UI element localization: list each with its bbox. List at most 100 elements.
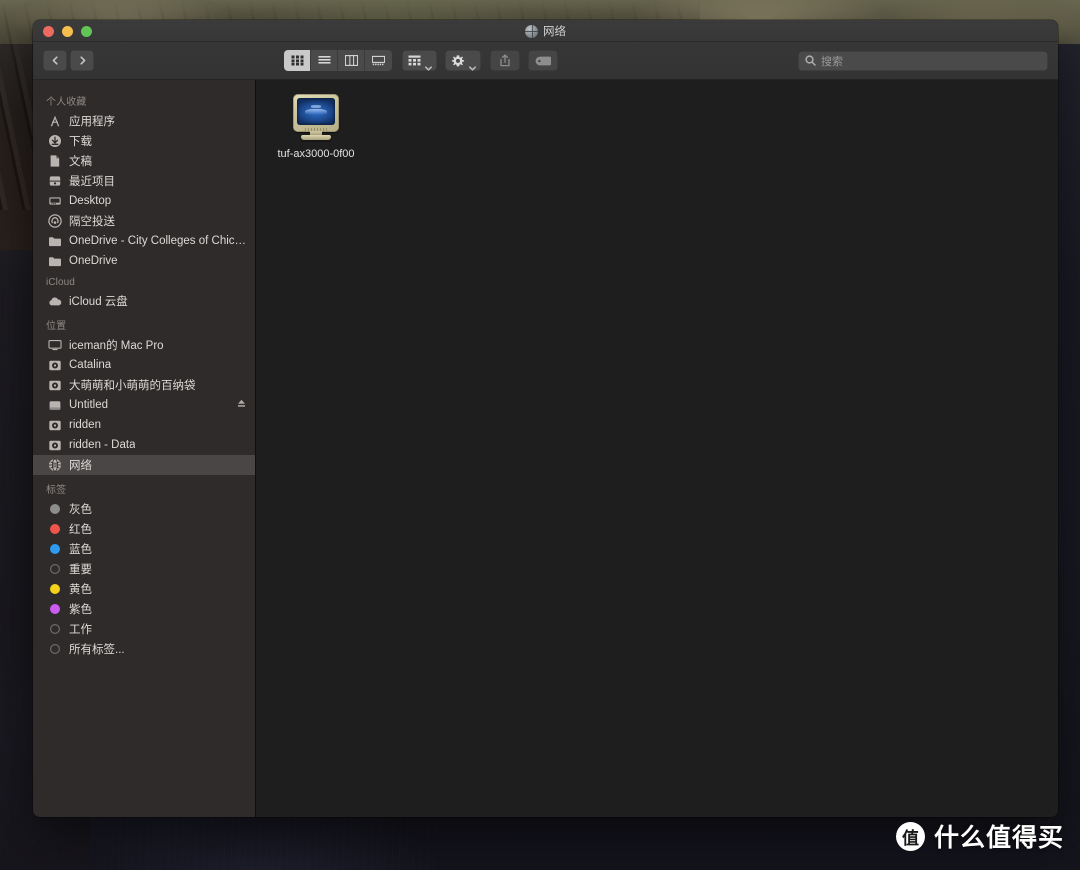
grid-icon [408,55,421,66]
sidebar-item-mac-pro[interactable]: iceman的 Mac Pro [33,335,255,355]
view-mode-segmented-control [284,50,392,71]
sidebar-item-untitled[interactable]: Untitled [33,395,255,415]
sidebar-item-label: Untitled [69,399,108,411]
desktop-wallpaper: 网络 搜索 个人收藏 应用程序 下载 文稿 最近项目 Desktop 隔空投送 … [0,0,1080,870]
airdrop-icon [47,214,62,229]
documents-icon [47,154,62,169]
search-icon [805,55,816,66]
group-by-button[interactable] [402,50,437,71]
tag-icon [535,56,551,65]
sidebar-item-ridden[interactable]: ridden [33,415,255,435]
window-title: 网络 [33,23,1058,39]
harddisk-icon [47,378,62,393]
harddisk-icon [47,358,62,373]
finder-window[interactable]: 网络 搜索 个人收藏 应用程序 下载 文稿 最近项目 Desktop 隔空投送 … [33,20,1058,817]
sidebar-tag-gray[interactable]: 灰色 [33,499,255,519]
sidebar-item-desktop[interactable]: Desktop [33,191,255,211]
downloads-icon [47,134,62,149]
computer-icon [47,338,62,353]
sidebar-item-label: Catalina [69,359,112,371]
file-browser-content[interactable]: tuf-ax3000-0f00 [256,80,1058,817]
desktop-icon [47,194,62,209]
sidebar-tag-yellow[interactable]: 黄色 [33,579,255,599]
tag-dot-icon [47,522,62,537]
folder-icon [47,254,62,269]
sidebar-item-label: iceman的 Mac Pro [69,340,164,352]
file-item-label: tuf-ax3000-0f00 [277,148,355,160]
window-titlebar[interactable]: 网络 [33,20,1058,42]
sidebar-item-label: 应用程序 [69,116,115,128]
sidebar-group-tags-title: 标签 [46,485,67,496]
sidebar-item-label: 重要 [69,564,92,576]
finder-sidebar[interactable]: 个人收藏 应用程序 下载 文稿 最近项目 Desktop 隔空投送 OneDri… [33,80,256,817]
sidebar-item-network[interactable]: 网络 [33,455,255,475]
globe-icon [47,458,62,473]
finder-toolbar: 搜索 [33,42,1058,80]
tag-dot-icon [47,542,62,557]
forward-button[interactable] [70,50,94,71]
sidebar-item-label: 工作 [69,624,92,636]
sidebar-item-recents[interactable]: 最近项目 [33,171,255,191]
sidebar-item-label: 文稿 [69,156,92,168]
sidebar-item-label: ridden - Data [69,439,136,451]
sidebar-item-onedrive[interactable]: OneDrive [33,251,255,271]
sidebar-item-label: 灰色 [69,504,92,516]
action-menu-button[interactable] [445,50,481,71]
sidebar-item-label: OneDrive - City Colleges of Chicago [69,235,247,247]
sidebar-tag-red[interactable]: 红色 [33,519,255,539]
sidebar-item-label: iCloud 云盘 [69,296,128,308]
sidebar-item-downloads[interactable]: 下载 [33,131,255,151]
icon-view-button[interactable] [284,50,311,71]
sidebar-item-label: 红色 [69,524,92,536]
tag-dot-icon [47,502,62,517]
edit-tags-button[interactable] [528,50,558,71]
sidebar-tag-important[interactable]: 重要 [33,559,255,579]
sidebar-tag-purple[interactable]: 紫色 [33,599,255,619]
sidebar-group-locations-title: 位置 [46,321,67,332]
search-field[interactable]: 搜索 [798,50,1048,71]
sidebar-item-label: 隔空投送 [69,216,115,228]
share-icon [500,54,510,67]
share-button[interactable] [490,50,520,71]
sidebar-item-airdrop[interactable]: 隔空投送 [33,211,255,231]
sidebar-item-label: 最近项目 [69,176,115,188]
cloud-icon [47,294,62,309]
recents-icon [47,174,62,189]
sidebar-item-label: 网络 [69,460,92,472]
externaldisk-icon [47,398,62,413]
sidebar-item-onedrive-city-colleges[interactable]: OneDrive - City Colleges of Chicago [33,231,255,251]
column-view-button[interactable] [338,50,365,71]
back-button[interactable] [43,50,67,71]
sidebar-item-label: 紫色 [69,604,92,616]
gear-icon [451,54,465,66]
sidebar-tag-work[interactable]: 工作 [33,619,255,639]
sidebar-group-icloud-title: iCloud [46,277,75,288]
sidebar-item-label: 蓝色 [69,544,92,556]
list-view-button[interactable] [311,50,338,71]
sidebar-item-label: ridden [69,419,101,431]
sidebar-tag-all-tags[interactable]: 所有标签... [33,639,255,659]
sidebar-item-label: 所有标签... [69,644,125,656]
sidebar-item-documents[interactable]: 文稿 [33,151,255,171]
tag-dot-icon [47,582,62,597]
sidebar-item-label: 大萌萌和小萌萌的百纳袋 [69,380,196,392]
gallery-view-button[interactable] [365,50,392,71]
navigation-buttons [43,50,94,71]
file-item[interactable]: tuf-ax3000-0f00 [270,94,362,160]
tag-dot-icon [47,642,62,657]
sidebar-item-applications[interactable]: 应用程序 [33,111,255,131]
sidebar-item-label: Desktop [69,195,112,207]
tag-dot-icon [47,622,62,637]
sidebar-item-label: 黄色 [69,584,92,596]
sidebar-tag-blue[interactable]: 蓝色 [33,539,255,559]
sidebar-item-icloud-drive[interactable]: iCloud 云盘 [33,291,255,311]
chevron-down-icon [469,58,476,71]
eject-icon[interactable] [236,396,247,414]
globe-icon [525,24,538,38]
tag-dot-icon [47,602,62,617]
sidebar-item-dameng-bag[interactable]: 大萌萌和小萌萌的百纳袋 [33,375,255,395]
network-server-icon [289,94,343,142]
sidebar-item-label: 下载 [69,136,92,148]
sidebar-item-ridden-data[interactable]: ridden - Data [33,435,255,455]
sidebar-item-catalina[interactable]: Catalina [33,355,255,375]
